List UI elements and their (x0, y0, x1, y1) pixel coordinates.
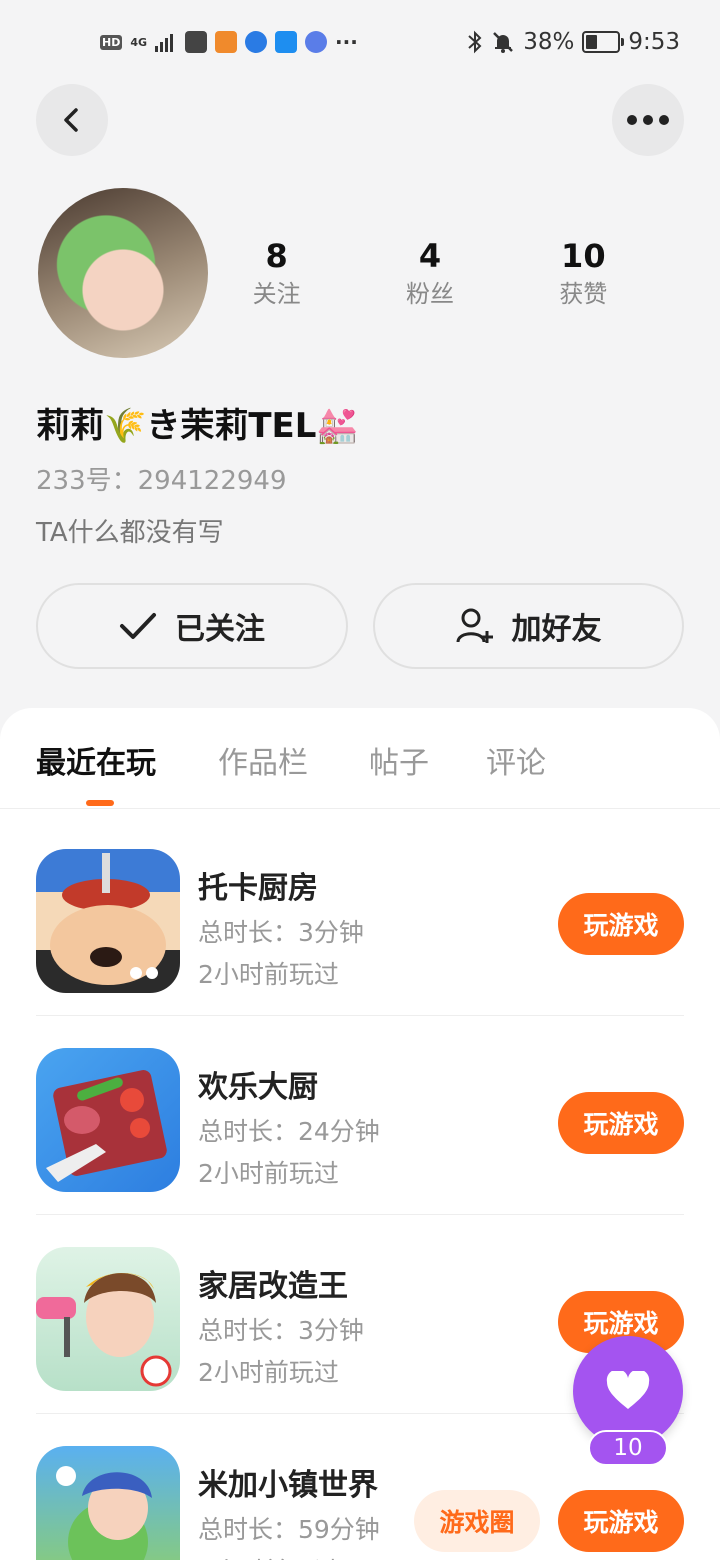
game-last-played: 2小时前玩过 (198, 1358, 339, 1387)
tab-recent-playing[interactable]: 最近在玩 (36, 738, 156, 782)
game-name: 米加小镇世界 (198, 1468, 378, 1503)
signal-icon (155, 34, 174, 52)
stat-label: 获赞 (559, 280, 608, 308)
stat-fans[interactable]: 4 粉丝 (353, 236, 506, 312)
music-icon (305, 31, 328, 53)
hd-indicator: HD (100, 34, 123, 50)
stat-following[interactable]: 8 关注 (200, 236, 353, 312)
tab-works[interactable]: 作品栏 (218, 738, 308, 782)
game-icon-toca-kitchen (36, 849, 180, 993)
add-friend-button[interactable]: 加好友 (373, 583, 684, 669)
tab-bar: 最近在玩 作品栏 帖子 评论 (0, 708, 720, 809)
status-left-icons: HD 4G ··· (100, 28, 358, 56)
stat-value: 4 (418, 237, 442, 275)
tab-comments[interactable]: 评论 (486, 738, 546, 782)
nickname: 莉莉🌾き茉莉TEL💒 (36, 406, 359, 446)
bluetooth-icon (468, 30, 482, 54)
followed-label: 已关注 (175, 612, 265, 647)
add-friend-label: 加好友 (511, 612, 602, 647)
game-last-played: 2小时前玩过 (198, 960, 339, 989)
more-button[interactable] (612, 84, 684, 156)
app-feishu-icon (275, 31, 298, 53)
bio: TA什么都没有写 (36, 518, 224, 548)
stat-label: 粉丝 (405, 280, 454, 308)
game-name: 欢乐大厨 (198, 1070, 318, 1105)
more-dots-icon (627, 115, 669, 125)
profile-stats: 8 关注 4 粉丝 10 获赞 (200, 236, 660, 312)
status-bar: HD 4G ··· 38% 9:53 (0, 0, 720, 84)
game-icon-happy-chef (36, 1048, 180, 1192)
game-duration: 总时长：59分钟 (198, 1515, 380, 1544)
sausage-face-icon (50, 853, 166, 985)
game-icon-miga-town (36, 1446, 180, 1560)
signal-text: 4G (130, 35, 148, 49)
followed-button[interactable]: 已关注 (36, 583, 348, 669)
tab-posts[interactable]: 帖子 (369, 738, 429, 782)
stat-label: 关注 (252, 280, 301, 308)
game-name: 家居改造王 (198, 1269, 348, 1304)
mute-bell-icon (493, 32, 514, 53)
clock: 9:53 (628, 29, 680, 55)
game-name: 托卡厨房 (198, 871, 318, 906)
stat-likes[interactable]: 10 获赞 (507, 236, 660, 312)
heart-icon (606, 1371, 650, 1409)
huawei-icon (185, 31, 208, 53)
user-id: 233号：294122949 (36, 466, 287, 496)
app-blue-globe-icon (245, 31, 268, 53)
game-last-played: 3小时前玩过 (198, 1552, 339, 1560)
game-duration: 总时长：24分钟 (198, 1117, 380, 1146)
battery-icon (582, 31, 625, 53)
avatar[interactable] (38, 188, 208, 358)
play-game-button[interactable]: 玩游戏 (558, 893, 684, 955)
stat-value: 10 (561, 237, 606, 275)
app-orange-icon (215, 31, 238, 53)
list-item[interactable]: 托卡厨房 总时长：3分钟 2小时前玩过 玩游戏 (0, 817, 720, 1016)
stat-value: 8 (265, 237, 288, 275)
list-item[interactable]: 欢乐大厨 总时长：24分钟 2小时前玩过 玩游戏 (0, 1016, 720, 1215)
game-circle-button[interactable]: 游戏圈 (414, 1490, 540, 1552)
more-notifications-icon: ··· (335, 30, 358, 54)
add-user-icon (456, 608, 493, 643)
game-last-played: 2小时前玩过 (198, 1159, 339, 1188)
chevron-left-icon (64, 108, 78, 132)
battery-text: 38% (523, 29, 575, 55)
status-right: 38% 9:53 (467, 24, 680, 60)
tab-indicator (86, 800, 114, 806)
play-game-button[interactable]: 玩游戏 (558, 1490, 684, 1552)
miga-character-icon (56, 1466, 152, 1560)
play-game-button[interactable]: 玩游戏 (558, 1092, 684, 1154)
back-button[interactable] (36, 84, 108, 156)
game-icon-home-makeover (36, 1247, 180, 1391)
like-count-badge: 10 (588, 1430, 668, 1466)
girl-painter-icon (36, 1272, 172, 1387)
cutting-board-icon (46, 1070, 167, 1182)
game-duration: 总时长：3分钟 (198, 1316, 364, 1345)
game-duration: 总时长：3分钟 (198, 918, 364, 947)
checkmark-icon (120, 613, 156, 639)
